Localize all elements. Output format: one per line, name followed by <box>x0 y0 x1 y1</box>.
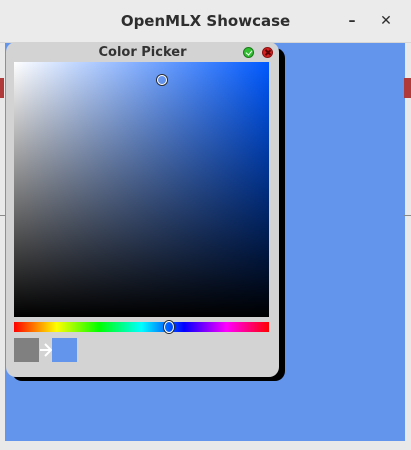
hue-slider-handle[interactable] <box>164 321 175 333</box>
app-window: OpenMLX Showcase – ✕ Color Picker <box>0 0 411 450</box>
new-color-swatch <box>52 338 77 362</box>
background-divider <box>0 215 5 216</box>
background-divider <box>404 215 411 216</box>
check-circle-icon[interactable] <box>243 47 254 58</box>
arrow-right-icon <box>39 338 53 362</box>
color-selector-cursor[interactable] <box>156 74 167 85</box>
color-picker-dialog: Color Picker <box>6 42 279 377</box>
title-bar[interactable]: OpenMLX Showcase – ✕ <box>0 0 411 43</box>
background-panel-edge <box>404 78 411 98</box>
hue-slider[interactable] <box>14 321 269 333</box>
previous-color-swatch <box>14 338 39 362</box>
black-gradient <box>14 62 269 317</box>
close-button[interactable]: ✕ <box>376 11 396 31</box>
minimize-button[interactable]: – <box>342 11 362 31</box>
background-panel-edge <box>0 78 4 98</box>
close-circle-icon[interactable] <box>262 47 273 58</box>
dialog-title: Color Picker <box>98 45 187 60</box>
saturation-value-area[interactable] <box>14 62 269 317</box>
